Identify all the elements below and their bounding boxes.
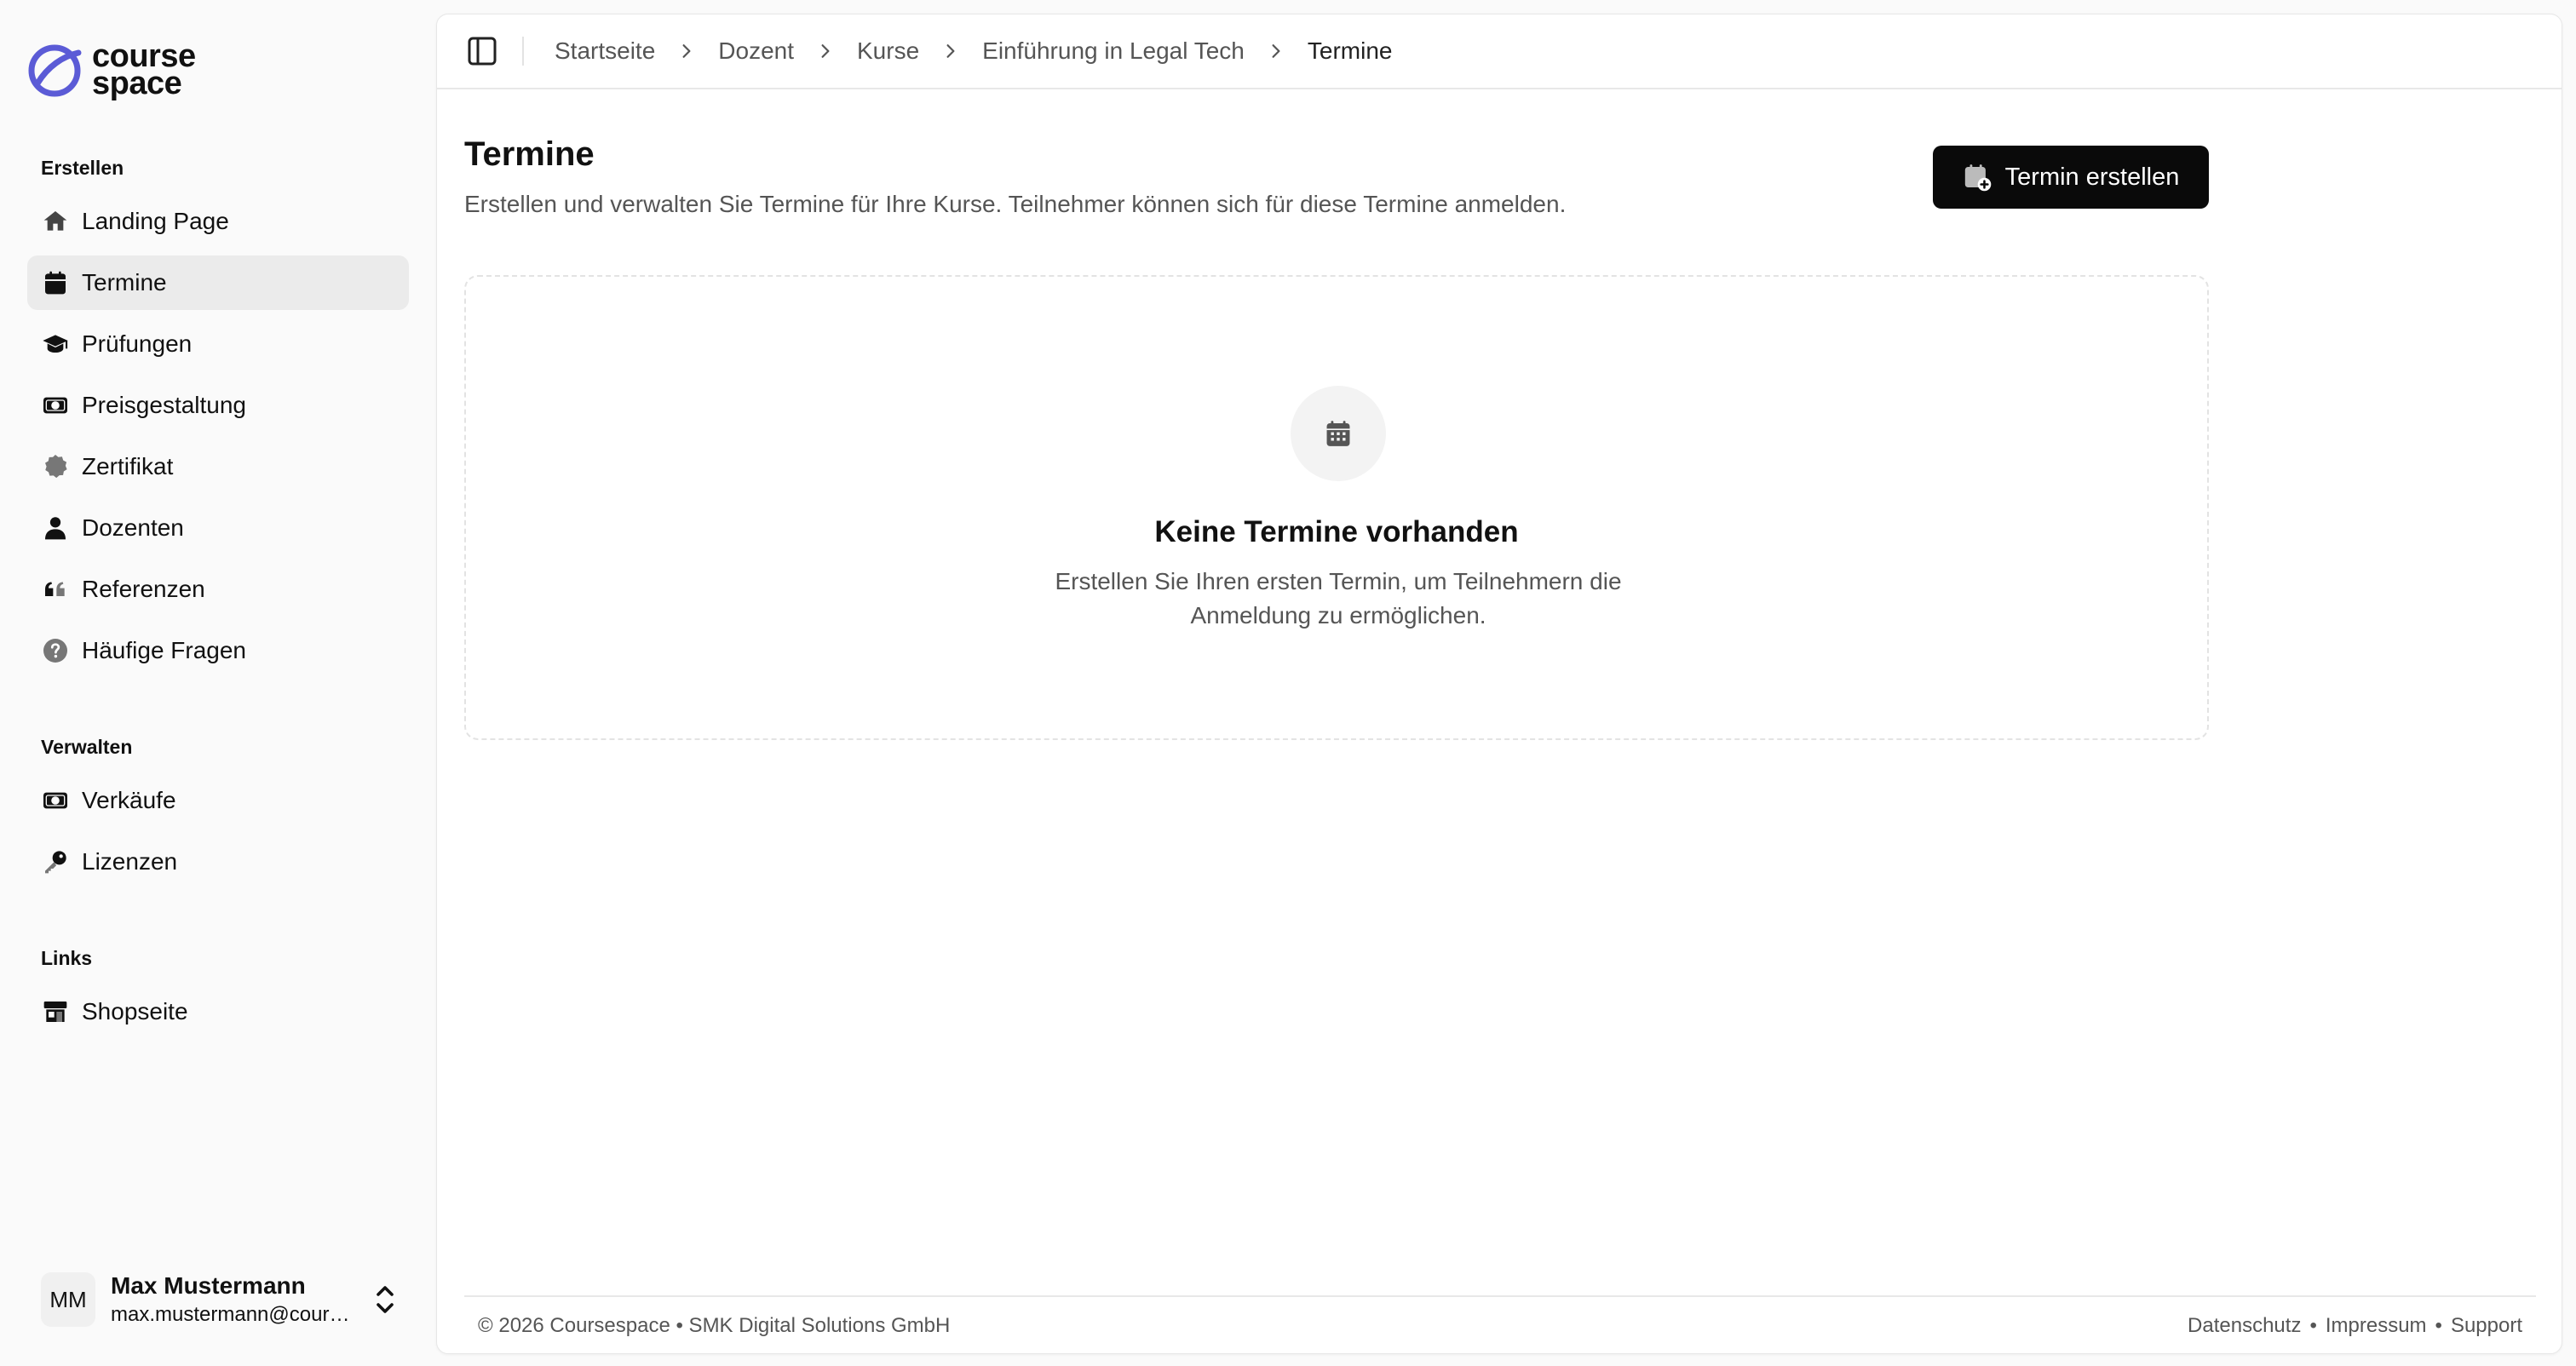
group-label-erstellen: Erstellen (41, 157, 124, 179)
page-description: Erstellen und verwalten Sie Termine für … (464, 191, 1567, 217)
sidebar-item-pruefungen[interactable]: Prüfungen (27, 317, 409, 371)
breadcrumb-current: Termine (1307, 37, 1393, 64)
sidebar-item-label: Referenzen (82, 576, 205, 602)
sidebar: course space Erstellen Landing Page Term… (0, 0, 434, 1366)
sidebar-item-label: Häufige Fragen (82, 637, 247, 663)
brand-logo[interactable]: course space (26, 37, 247, 102)
home-icon (41, 207, 70, 236)
footer-link-support[interactable]: Support (2451, 1314, 2522, 1338)
breadcrumb: Startseite Dozent Kurse Einführung in Le… (555, 37, 1392, 65)
top-bar: Startseite Dozent Kurse Einführung in Le… (437, 14, 2562, 89)
empty-state-icon-container (1291, 386, 1386, 481)
sidebar-item-label: Dozenten (82, 514, 184, 541)
chevron-right-icon (674, 38, 699, 64)
empty-state-title: Keine Termine vorhanden (1154, 515, 1519, 548)
calendar-icon (1326, 421, 1350, 446)
divider (522, 37, 524, 66)
store-icon (41, 997, 70, 1026)
breadcrumb-kurs[interactable]: Einführung in Legal Tech (982, 37, 1245, 65)
group-label-links: Links (41, 947, 93, 969)
sidebar-item-label: Zertifikat (82, 453, 174, 479)
chevron-right-icon (813, 38, 838, 64)
sidebar-item-label: Prüfungen (82, 330, 193, 357)
footer-link-datenschutz[interactable]: Datenschutz (2188, 1314, 2301, 1338)
breadcrumb-startseite[interactable]: Startseite (555, 37, 655, 65)
sidebar-item-lizenzen[interactable]: Lizenzen (27, 835, 409, 889)
user-email: max.mustermann@coursespace.de (111, 1303, 358, 1326)
sidebar-item-landing-page[interactable]: Landing Page (27, 194, 409, 249)
sidebar-item-label: Landing Page (82, 208, 229, 234)
avatar: MM (41, 1272, 95, 1327)
chevron-right-icon (938, 38, 963, 64)
chevrons-up-down-icon (377, 1286, 394, 1313)
badge-icon (41, 452, 70, 481)
empty-state-text: Erstellen Sie Ihren ersten Termin, um Te… (1055, 568, 1622, 628)
page-title: Termine (464, 135, 595, 173)
sidebar-item-dozenten[interactable]: Dozenten (27, 501, 409, 555)
sidebar-toggle-button[interactable] (464, 33, 500, 69)
brand-wordmark: course space (92, 40, 196, 101)
main-panel: Startseite Dozent Kurse Einführung in Le… (436, 14, 2562, 1354)
sidebar-item-preisgestaltung[interactable]: Preisgestaltung (27, 378, 409, 433)
sidebar-item-label: Preisgestaltung (82, 392, 247, 418)
sidebar-item-termine[interactable]: Termine (27, 255, 409, 310)
chevron-right-icon (1263, 38, 1289, 64)
breadcrumb-dozent[interactable]: Dozent (718, 37, 794, 65)
footer-copyright: © 2026 Coursespace • SMK Digital Solutio… (478, 1314, 951, 1337)
user-info: Max Mustermann max.mustermann@coursespac… (111, 1272, 358, 1327)
brand-line2: space (92, 66, 182, 101)
sidebar-item-label: Termine (82, 269, 167, 296)
sidebar-item-label: Lizenzen (82, 848, 178, 875)
footer: © 2026 Coursespace • SMK Digital Solutio… (464, 1295, 2536, 1355)
coursespace-logo-icon (28, 44, 82, 97)
help-circle-icon (41, 636, 70, 665)
calendar-plus-icon (1964, 164, 1991, 192)
footer-separator: • (2435, 1314, 2442, 1337)
panel-left-icon (468, 37, 497, 66)
sidebar-item-haeufige-fragen[interactable]: Häufige Fragen (27, 623, 409, 678)
user-name: Max Mustermann (111, 1272, 306, 1299)
footer-separator: • (2309, 1314, 2317, 1337)
create-appointment-button[interactable]: Termin erstellen (1933, 146, 2209, 209)
sidebar-item-shopseite[interactable]: Shopseite (27, 984, 409, 1039)
user-menu[interactable]: MM Max Mustermann max.mustermann@courses… (27, 1259, 409, 1340)
sidebar-item-label: Shopseite (82, 998, 188, 1024)
sidebar-item-zertifikat[interactable]: Zertifikat (27, 439, 409, 494)
sidebar-item-referenzen[interactable]: Referenzen (27, 562, 409, 617)
calendar-icon (41, 268, 70, 297)
empty-state: Keine Termine vorhanden Erstellen Sie Ih… (464, 275, 2209, 740)
banknote-icon (41, 391, 70, 420)
footer-links: Datenschutz • Impressum • Support (2188, 1314, 2522, 1338)
footer-link-impressum[interactable]: Impressum (2326, 1314, 2427, 1338)
banknote-icon (41, 786, 70, 815)
create-appointment-label: Termin erstellen (2004, 163, 2180, 191)
sidebar-item-label: Verkäufe (82, 787, 176, 813)
breadcrumb-kurse[interactable]: Kurse (857, 37, 919, 65)
graduation-cap-icon (41, 330, 70, 359)
quote-icon (41, 575, 70, 604)
user-icon (41, 514, 70, 542)
key-icon (41, 847, 70, 876)
group-label-verwalten: Verwalten (41, 736, 133, 758)
sidebar-item-verkaeufe[interactable]: Verkäufe (27, 773, 409, 828)
